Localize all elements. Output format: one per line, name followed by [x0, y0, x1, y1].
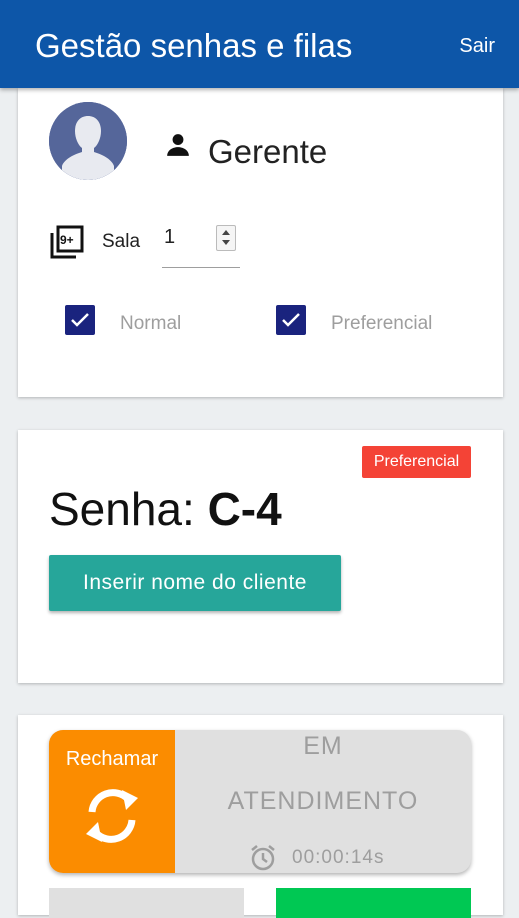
svg-text:9+: 9+	[60, 233, 74, 247]
preferential-queue-label: Preferencial	[331, 313, 433, 334]
person-icon	[167, 134, 189, 156]
user-card: Gerente 9+ Sala 1 Normal Preferencial	[18, 88, 503, 397]
status-text-line2: ATENDIMENTO	[227, 787, 419, 815]
insert-client-name-button[interactable]: Inserir nome do cliente	[49, 555, 341, 611]
priority-badge: Preferencial	[362, 446, 471, 478]
check-icon	[71, 313, 89, 327]
filter-9-plus-icon: 9+	[50, 225, 84, 259]
primary-action-button[interactable]	[276, 888, 471, 918]
service-status-panel: Rechamar EM ATENDIMENTO 00:00:14s	[49, 730, 471, 873]
stepper-up-icon[interactable]	[222, 230, 230, 235]
room-number-value: 1	[164, 226, 176, 248]
refresh-icon	[86, 789, 138, 843]
normal-queue-checkbox[interactable]	[65, 305, 95, 335]
stepper-down-icon[interactable]	[222, 240, 230, 245]
ticket-number: Senha: C-4	[49, 483, 282, 535]
ticket-code: C-4	[207, 483, 282, 535]
app-bar: Gestão senhas e filas Sair	[0, 0, 519, 88]
recall-label: Rechamar	[65, 748, 159, 770]
logout-button[interactable]: Sair	[459, 35, 495, 57]
room-number-stepper[interactable]	[216, 225, 236, 251]
service-timer: 00:00:14s	[292, 847, 385, 868]
ticket-card: Preferencial Senha: C-4 Inserir nome do …	[18, 430, 503, 683]
person-silhouette-icon	[49, 102, 127, 180]
service-card: Rechamar EM ATENDIMENTO 00:00:14s	[18, 715, 503, 918]
status-text-line1: EM	[303, 732, 343, 760]
avatar	[49, 102, 127, 180]
app-title: Gestão senhas e filas	[35, 27, 353, 64]
ticket-prefix: Senha:	[49, 483, 208, 535]
secondary-action-button[interactable]	[49, 888, 244, 918]
user-role: Gerente	[208, 133, 328, 170]
preferential-queue-checkbox[interactable]	[276, 305, 306, 335]
recall-button[interactable]: Rechamar	[49, 730, 175, 873]
room-label: Sala	[102, 231, 141, 252]
alarm-clock-icon	[251, 845, 275, 871]
normal-queue-label: Normal	[120, 313, 182, 334]
check-icon	[282, 313, 300, 327]
room-number-input[interactable]: 1	[162, 225, 240, 268]
